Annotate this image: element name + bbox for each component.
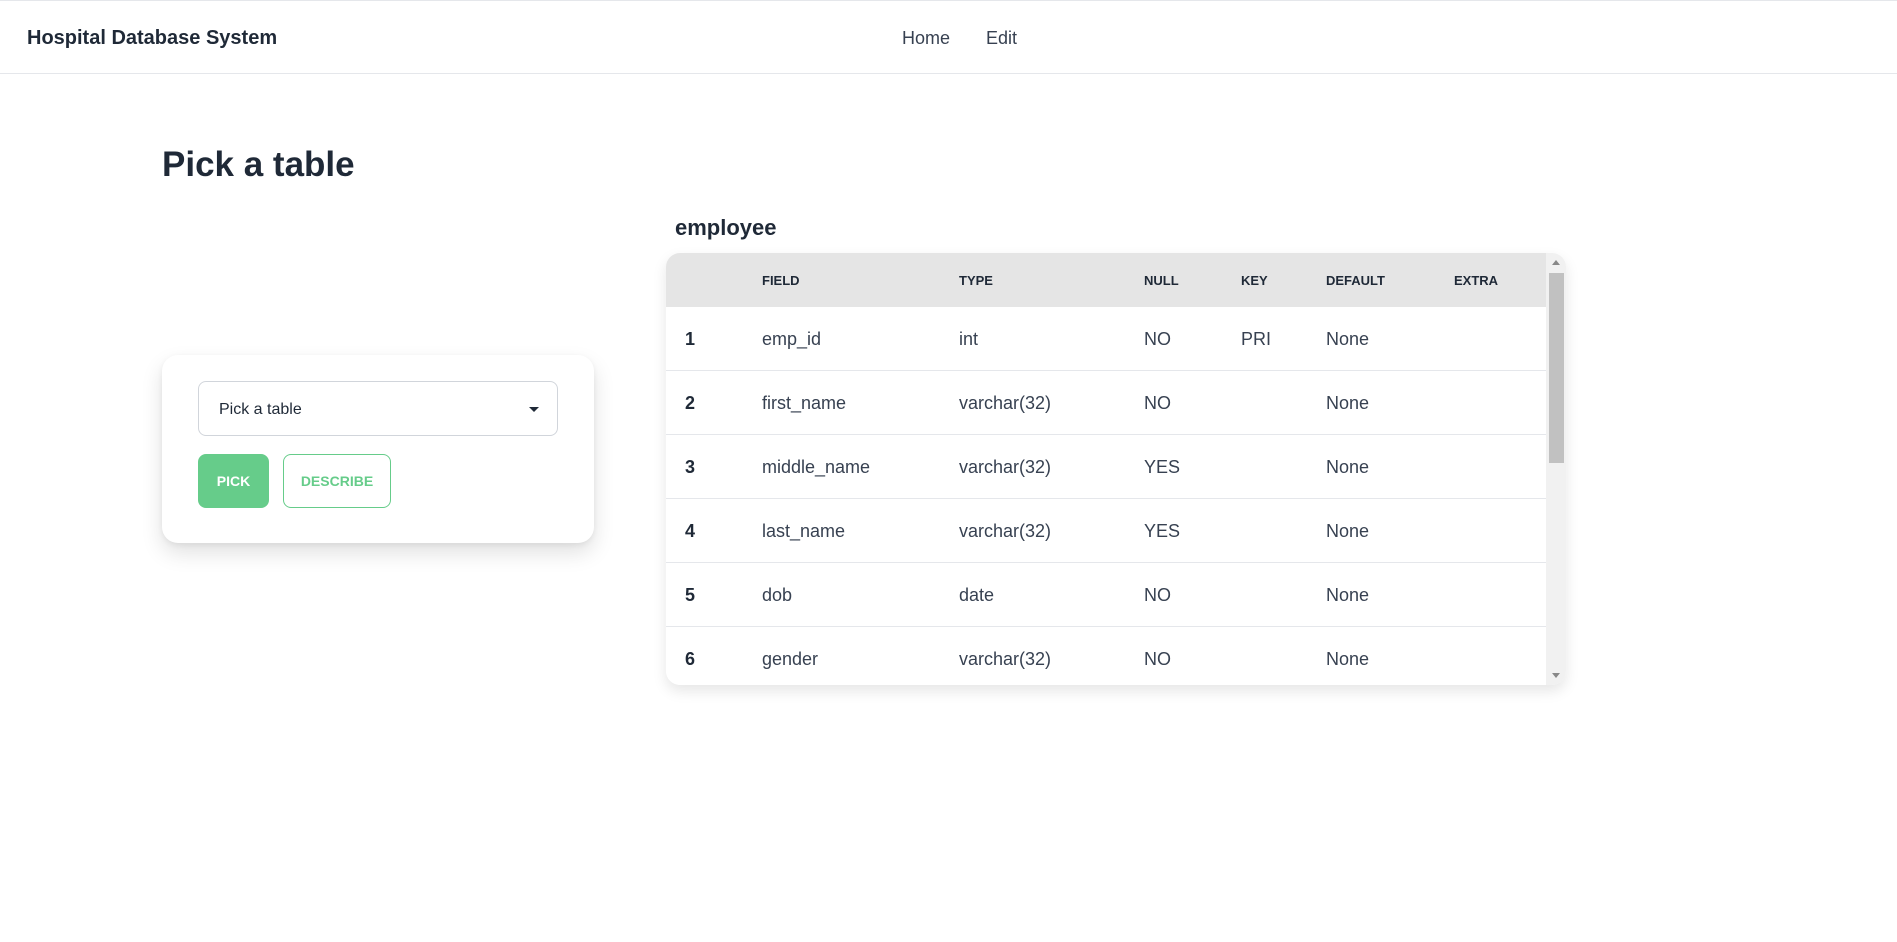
cell-key: PRI (1241, 329, 1272, 349)
table-row: 1 emp_id int NO PRI None (666, 307, 1546, 371)
row-index: 4 (685, 521, 696, 541)
table-row: 3 middle_name varchar(32) YES None (666, 435, 1546, 499)
cell-null: NO (1144, 585, 1171, 605)
header-extra: EXTRA (1454, 273, 1499, 288)
cell-null: NO (1144, 329, 1171, 349)
page-title: Pick a table (162, 145, 355, 184)
cell-field: dob (762, 585, 793, 605)
row-index: 3 (685, 457, 696, 477)
cell-type: varchar(32) (959, 521, 1052, 541)
cell-field: middle_name (762, 457, 871, 477)
table-header-row: FIELD TYPE NULL KEY DEFAULT EXTRA (666, 253, 1546, 307)
row-index: 5 (685, 585, 696, 605)
cell-null: YES (1144, 521, 1181, 541)
app-title[interactable]: Hospital Database System (27, 27, 277, 50)
table-row: 6 gender varchar(32) NO None (666, 627, 1546, 685)
cell-default: None (1326, 329, 1370, 349)
row-index: 1 (685, 329, 696, 349)
cell-null: NO (1144, 649, 1171, 669)
nav-edit-link[interactable]: Edit (986, 28, 1017, 49)
cell-default: None (1326, 457, 1370, 477)
row-index: 6 (685, 649, 696, 669)
table-row: 5 dob date NO None (666, 563, 1546, 627)
cell-null: NO (1144, 393, 1171, 413)
cell-default: None (1326, 393, 1370, 413)
pick-button[interactable]: PICK (198, 454, 269, 508)
header-default: DEFAULT (1326, 273, 1385, 288)
table-row: 4 last_name varchar(32) YES None (666, 499, 1546, 563)
cell-field: first_name (762, 393, 847, 413)
cell-field: last_name (762, 521, 846, 541)
cell-field: gender (762, 649, 819, 669)
cell-default: None (1326, 521, 1370, 541)
scroll-down-arrow-icon[interactable] (1552, 673, 1560, 678)
cell-type: date (959, 585, 995, 605)
header-type: TYPE (959, 273, 993, 288)
header-key: KEY (1241, 273, 1268, 288)
cell-null: YES (1144, 457, 1181, 477)
nav-home-link[interactable]: Home (902, 28, 950, 49)
header-null: NULL (1144, 273, 1179, 288)
table-select[interactable]: Pick a table (198, 381, 558, 436)
table-scrollbar[interactable] (1546, 253, 1566, 685)
header-field: FIELD (762, 273, 800, 288)
table-row: 2 first_name varchar(32) NO None (666, 371, 1546, 435)
chevron-down-icon (529, 407, 539, 412)
cell-type: varchar(32) (959, 649, 1052, 669)
scrollbar-thumb[interactable] (1549, 273, 1564, 463)
cell-type: varchar(32) (959, 393, 1052, 413)
table-picker-card: Pick a table PICK DESCRIBE (162, 355, 594, 543)
top-navbar: Hospital Database System Home Edit (0, 0, 1897, 74)
nav-links: Home Edit (902, 28, 1017, 49)
scroll-up-arrow-icon[interactable] (1552, 260, 1560, 265)
row-index: 2 (685, 393, 696, 413)
cell-default: None (1326, 585, 1370, 605)
cell-type: varchar(32) (959, 457, 1052, 477)
table-scroll-area: FIELD TYPE NULL KEY DEFAULT EXTRA 1 emp_… (666, 253, 1546, 685)
describe-table: FIELD TYPE NULL KEY DEFAULT EXTRA 1 emp_… (666, 253, 1566, 685)
table-name-heading: employee (675, 215, 777, 240)
cell-field: emp_id (762, 329, 822, 349)
table-select-value: Pick a table (219, 401, 302, 418)
describe-button[interactable]: DESCRIBE (283, 454, 391, 508)
cell-default: None (1326, 649, 1370, 669)
cell-type: int (959, 329, 979, 349)
